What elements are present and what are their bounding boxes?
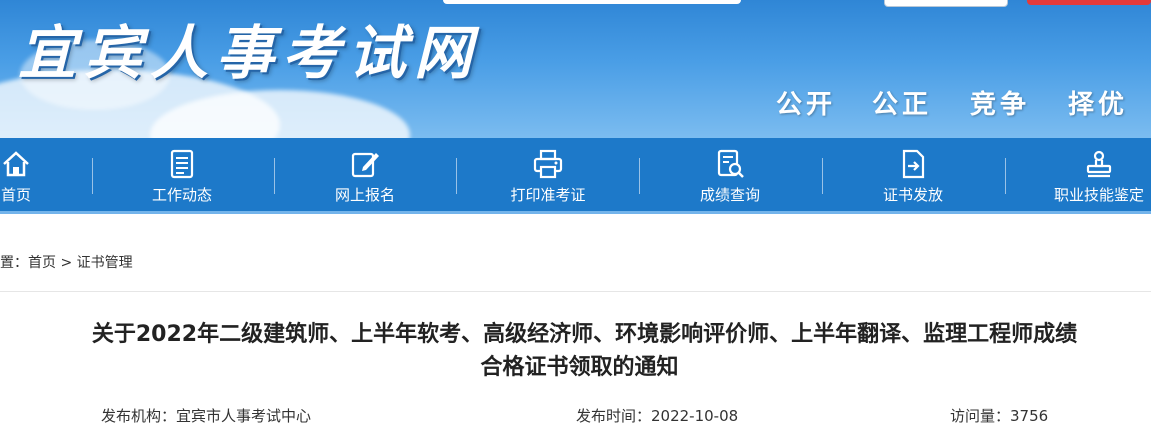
main-nav: 首页 工作动态 网上报名 打印准考证 成绩查询 证书发放 职业技能鉴定 xyxy=(0,138,1151,214)
nav-item-print-admission[interactable]: 打印准考证 xyxy=(468,138,628,211)
nav-divider xyxy=(92,158,93,194)
top-red-button[interactable] xyxy=(1027,0,1151,5)
motto-fairness: 公正 xyxy=(872,90,933,120)
nav-item-online-registration[interactable]: 网上报名 xyxy=(285,138,445,211)
nav-label: 证书发放 xyxy=(882,186,943,204)
certificate-export-icon xyxy=(902,149,925,179)
motto-merit: 择优 xyxy=(1068,90,1129,120)
nav-divider xyxy=(456,158,457,194)
breadcrumb-home-link[interactable]: 首页 xyxy=(28,255,56,271)
article-title-line-2: 合格证书领取的通知 xyxy=(480,355,679,380)
content-divider xyxy=(0,291,1151,292)
article-title-line-1: 关于2022年二级建筑师、上半年软考、高级经济师、环境影响评价师、上半年翻译、监… xyxy=(91,322,1078,347)
nav-item-home[interactable]: 首页 xyxy=(0,138,96,211)
nav-label: 职业技能鉴定 xyxy=(1053,186,1144,204)
article-title: 关于2022年二级建筑师、上半年软考、高级经济师、环境影响评价师、上半年翻译、监… xyxy=(0,318,1151,384)
article-visit-count: 访问量：3756 xyxy=(950,407,1049,425)
breadcrumb-separator: > xyxy=(60,255,73,271)
article-publisher: 发布机构：宜宾市人事考试中心 xyxy=(101,407,312,425)
search-input[interactable] xyxy=(443,0,741,4)
stamp-icon xyxy=(1086,150,1112,178)
edit-icon xyxy=(351,152,379,178)
nav-label: 工作动态 xyxy=(151,186,212,204)
breadcrumb-current: 证书管理 xyxy=(76,255,133,271)
nav-item-score-query[interactable]: 成绩查询 xyxy=(650,138,810,211)
breadcrumb-prefix: 位置： xyxy=(0,255,28,271)
nav-label: 网上报名 xyxy=(334,186,395,204)
news-list-icon xyxy=(170,149,194,179)
breadcrumb: 位置：首页 > 证书管理 xyxy=(0,252,133,272)
nav-label: 首页 xyxy=(0,186,31,204)
nav-label: 成绩查询 xyxy=(699,186,760,204)
nav-item-skill-appraisal[interactable]: 职业技能鉴定 xyxy=(1024,138,1151,211)
nav-divider xyxy=(822,158,823,194)
home-icon xyxy=(3,151,29,177)
search-document-icon xyxy=(717,149,744,178)
top-button[interactable] xyxy=(884,0,1008,7)
nav-divider xyxy=(1005,158,1006,194)
nav-label: 打印准考证 xyxy=(510,186,586,204)
nav-item-work-news[interactable]: 工作动态 xyxy=(102,138,262,211)
nav-item-certificate-issue[interactable]: 证书发放 xyxy=(833,138,993,211)
nav-divider xyxy=(274,158,275,194)
printer-icon xyxy=(533,149,563,179)
nav-divider xyxy=(639,158,640,194)
motto-openness: 公开 xyxy=(776,90,837,120)
motto-competition: 竞争 xyxy=(970,90,1031,120)
site-logo-title: 宜宾人事考试网 xyxy=(18,19,481,87)
site-banner: 宜宾人事考试网 公开 公正 竞争 择优 xyxy=(0,0,1151,138)
article-publish-time: 发布时间：2022-10-08 xyxy=(576,407,739,425)
